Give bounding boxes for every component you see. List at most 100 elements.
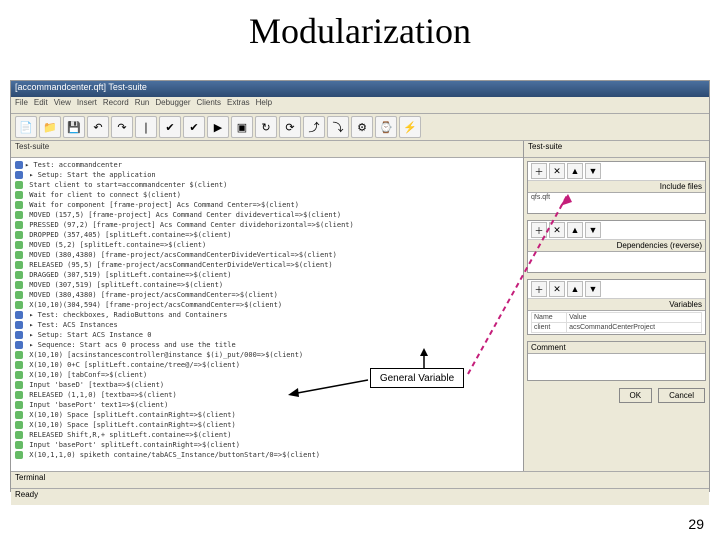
tree-label: RELEASED (95,5) [frame-project/acsComman… [25,261,333,269]
tree-row[interactable]: MOVED (157,5) [frame-project] Acs Comman… [15,210,519,220]
menu-extras[interactable]: Extras [227,98,250,107]
tree-row[interactable]: X(10,10) [acsinstancescontroller@instanc… [15,350,519,360]
tree-row[interactable]: ▸ Setup: Start ACS Instance 0 [15,330,519,340]
toolbar-button-2[interactable]: 💾 [63,116,85,138]
tree-row[interactable]: RELEASED Shift,R,+ splitLeft.containe=>$… [15,430,519,440]
terminal-label: Terminal [11,471,709,488]
tree-row[interactable]: RELEASED (95,5) [frame-project/acsComman… [15,260,519,270]
tree-row[interactable]: ▸ Setup: Start the application [15,170,519,180]
mini-tool-0[interactable]: ＋ [531,281,547,297]
mini-tool-1[interactable]: ✕ [549,163,565,179]
tree-icon [15,441,23,449]
tree-row[interactable]: ▸ Test: checkboxes, RadioButtons and Con… [15,310,519,320]
tree-row[interactable]: Input 'basePort' splitLeft.containRight=… [15,440,519,450]
menu-run[interactable]: Run [135,98,150,107]
toolbar-button-4[interactable]: ↷ [111,116,133,138]
toolbar-button-13[interactable]: ⤵ [327,116,349,138]
tree-icon [15,361,23,369]
variables-panel: ＋✕▲▼ Variables NameValue clientacsComman… [527,279,706,335]
toolbar-button-11[interactable]: ⟳ [279,116,301,138]
tree-row[interactable]: PRESSED (97,2) [frame-project] Acs Comma… [15,220,519,230]
toolbar-button-16[interactable]: ⚡ [399,116,421,138]
vars-name[interactable]: client [532,323,567,333]
tree-row[interactable]: X(10,10) Space [splitLeft.containRight=>… [15,410,519,420]
comment-body[interactable] [528,354,705,380]
tree-row[interactable]: Wait for component [frame-project] Acs C… [15,200,519,210]
toolbar-button-1[interactable]: 📁 [39,116,61,138]
mini-tool-2[interactable]: ▲ [567,222,583,238]
tree-row[interactable]: ▸ Test: accommandcenter [15,160,519,170]
window-titlebar: [accommandcenter.qft] Test-suite [11,81,709,97]
tree-icon [15,341,23,349]
toolbar-button-0[interactable]: 📄 [15,116,37,138]
tree-icon [15,411,23,419]
vars-table[interactable]: NameValue clientacsCommandCenterProject [531,312,702,333]
menu-bar[interactable]: File Edit View Insert Record Run Debugger Clien… [11,97,709,114]
tree-label: DROPPED (357,405) [splitLeft.containe=>$… [25,231,232,239]
menu-help[interactable]: Help [256,98,272,107]
mini-tool-1[interactable]: ✕ [549,281,565,297]
tree-icon [15,241,23,249]
menu-edit[interactable]: Edit [34,98,48,107]
mini-tool-3[interactable]: ▼ [585,281,601,297]
toolbar-button-15[interactable]: ⌚ [375,116,397,138]
tree-row[interactable]: ▸ Sequence: Start acs 0 process and use … [15,340,519,350]
tree-row[interactable]: DROPPED (357,405) [splitLeft.containe=>$… [15,230,519,240]
include-body[interactable]: qfs.qft [528,193,705,213]
tree-label: X(10,10) [acsinstancescontroller@instanc… [25,351,303,359]
menu-insert[interactable]: Insert [77,98,97,107]
slide-title: Modularization [0,10,720,52]
menu-record[interactable]: Record [103,98,129,107]
toolbar-button-9[interactable]: ▣ [231,116,253,138]
tree-icon [15,301,23,309]
tree-row[interactable]: MOVED (307,519) [splitLeft.containe=>$(c… [15,280,519,290]
page-number: 29 [688,516,704,532]
toolbar-button-3[interactable]: ↶ [87,116,109,138]
toolbar-button-5[interactable]: ❘ [135,116,157,138]
tree-row[interactable]: RELEASED (1,1,0) [textba=>$(client) [15,390,519,400]
tree-row[interactable]: Input 'basePort' text1=>$(client) [15,400,519,410]
test-tree[interactable]: ▸ Test: accommandcenter ▸ Setup: Start t… [11,158,523,471]
toolbar-button-8[interactable]: ▶ [207,116,229,138]
tree-label: X(10,10)(304,594) [frame-project/acsComm… [25,301,282,309]
mini-tool-1[interactable]: ✕ [549,222,565,238]
mini-tool-0[interactable]: ＋ [531,222,547,238]
mini-tool-3[interactable]: ▼ [585,222,601,238]
tree-row[interactable]: DRAGGED (307,519) [splitLeft.containe=>$… [15,270,519,280]
toolbar-button-6[interactable]: ✔ [159,116,181,138]
vars-value[interactable]: acsCommandCenterProject [567,323,702,333]
tree-icon [15,371,23,379]
tree-icon [15,161,23,169]
tree-row[interactable]: X(10,10)(304,594) [frame-project/acsComm… [15,300,519,310]
tree-label: X(10,10) 0+C [splitLeft.containe/tree@/=… [25,361,240,369]
menu-file[interactable]: File [15,98,28,107]
toolbar-button-10[interactable]: ↻ [255,116,277,138]
tree-icon [15,191,23,199]
tree-row[interactable]: X(10,1,1,0) spiketh containe/tabACS_Inst… [15,450,519,460]
toolbar-button-12[interactable]: ⤴ [303,116,325,138]
tree-row[interactable]: Wait for client to connect $(client) [15,190,519,200]
toolbar-button-14[interactable]: ⚙ [351,116,373,138]
cancel-button[interactable]: Cancel [658,388,705,403]
menu-view[interactable]: View [54,98,71,107]
tree-row[interactable]: ▸ Test: ACS Instances [15,320,519,330]
tree-row[interactable]: Start client to start=accommandcenter $(… [15,180,519,190]
tree-icon [15,271,23,279]
tree-icon [15,281,23,289]
tree-row[interactable]: MOVED (380,4380) [frame-project/acsComma… [15,250,519,260]
tree-row[interactable]: MOVED (380,4380) [frame-project/acsComma… [15,290,519,300]
mini-tool-2[interactable]: ▲ [567,163,583,179]
ok-button[interactable]: OK [619,388,653,403]
tree-row[interactable]: MOVED (5,2) [splitLeft.containe=>$(clien… [15,240,519,250]
mini-tool-0[interactable]: ＋ [531,163,547,179]
tree-label: ▸ Test: ACS Instances [25,321,118,329]
deps-body[interactable] [528,252,705,272]
mini-tool-3[interactable]: ▼ [585,163,601,179]
mini-tool-2[interactable]: ▲ [567,281,583,297]
include-title: Include files [528,181,705,193]
menu-debugger[interactable]: Debugger [155,98,190,107]
tree-row[interactable]: X(10,10) Space [splitLeft.containRight=>… [15,420,519,430]
toolbar-button-7[interactable]: ✔ [183,116,205,138]
menu-clients[interactable]: Clients [197,98,221,107]
tree-label: X(10,10) Space [splitLeft.containRight=>… [25,421,236,429]
